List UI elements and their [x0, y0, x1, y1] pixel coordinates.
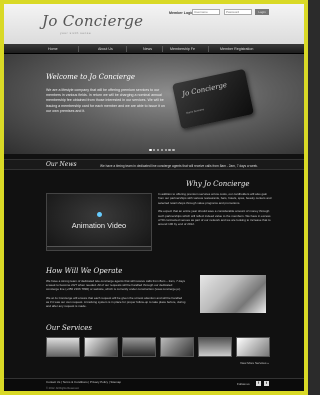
hero-slider: Welcome to Jo Concierge We are a lifesty…: [4, 54, 304, 154]
news-text: We have a timing team in dedicated line …: [100, 163, 258, 168]
twitter-icon[interactable]: t: [264, 381, 269, 386]
hero-text: We are a lifestyle company that will be …: [46, 88, 165, 113]
service-thumb-travel[interactable]: [46, 337, 80, 357]
slider-dot[interactable]: [156, 148, 160, 151]
service-thumb-spa[interactable]: [236, 337, 270, 357]
service-thumb-events[interactable]: [198, 337, 232, 357]
video-controls[interactable]: [47, 246, 151, 250]
copyright: © 2012. All Rights Reserved.: [46, 387, 80, 390]
footer: Contact Us | Terms & Conditions | Privac…: [4, 378, 304, 391]
service-thumb-car-rental[interactable]: [160, 337, 194, 357]
slider-dot[interactable]: [160, 148, 164, 151]
header: Jo Concierge your sixth sense Member Log…: [4, 4, 304, 44]
card-logo: Jo Concierge: [181, 80, 228, 99]
nav-divider: [162, 46, 163, 52]
nav-item-home[interactable]: Home: [48, 44, 58, 54]
view-more-services-link[interactable]: View More Services »: [240, 361, 269, 365]
footer-links[interactable]: Contact Us | Terms & Conditions | Privac…: [46, 380, 121, 384]
slider-dot[interactable]: [168, 148, 171, 151]
logo[interactable]: Jo Concierge: [42, 12, 143, 30]
how-text: We have a strong team of dedicated tele-…: [46, 279, 186, 308]
nav-item-membership[interactable]: Membership Fe: [170, 44, 195, 54]
username-input[interactable]: [192, 9, 220, 15]
video-label: Animation Video: [71, 221, 127, 230]
member-login-label: Member Login: [169, 11, 194, 15]
how-paragraph: We have a strong team of dedicated tele-…: [46, 279, 186, 292]
logo-tagline: your sixth sense: [60, 31, 92, 35]
slider-dot[interactable]: [164, 148, 168, 151]
operations-image: [200, 275, 266, 313]
hero-title: Welcome to Jo Concierge: [46, 73, 135, 81]
nav-divider: [126, 46, 127, 52]
why-text: In addition to offering premium services…: [158, 192, 272, 227]
why-title: Why Jo Concierge: [186, 180, 250, 188]
page: Jo Concierge your sixth sense Member Log…: [4, 4, 304, 391]
service-thumb-dining[interactable]: [122, 337, 156, 357]
service-thumb-shopping[interactable]: [84, 337, 118, 357]
slider-dot[interactable]: [152, 148, 156, 151]
membership-card-image: Jo Concierge Name Surname: [172, 68, 254, 130]
slider-dot[interactable]: [149, 148, 152, 151]
nav-item-about[interactable]: About Us: [98, 44, 113, 54]
video-player[interactable]: Animation Video: [46, 193, 152, 251]
follow-us-label: Follow us: [237, 382, 250, 386]
why-paragraph: We expect that an entire year should sav…: [158, 209, 271, 227]
news-title: Our News: [46, 161, 77, 168]
nav-item-registration[interactable]: Member Registration: [220, 44, 253, 54]
slider-dots: [149, 147, 176, 152]
main-nav: Home About Us News Membership Fe Member …: [4, 44, 304, 54]
password-input[interactable]: [224, 9, 252, 15]
card-name: Name Surname: [186, 108, 205, 115]
nav-divider: [78, 46, 79, 52]
services-title: Our Services: [46, 324, 92, 332]
video-play-icon[interactable]: [97, 212, 102, 217]
news-bar: Our News We have a timing team in dedica…: [4, 159, 304, 170]
why-paragraph: In addition to offering premium services…: [158, 192, 272, 205]
facebook-icon[interactable]: f: [256, 381, 261, 386]
login-button[interactable]: Login: [255, 9, 269, 15]
nav-item-news[interactable]: News: [143, 44, 152, 54]
how-title: How Will We Operate: [46, 267, 123, 275]
page-frame: Jo Concierge your sixth sense Member Log…: [0, 0, 308, 395]
nav-divider: [208, 46, 209, 52]
how-paragraph: We at Jo Concierge will ensure that each…: [46, 295, 186, 309]
slider-dot[interactable]: [172, 148, 175, 151]
